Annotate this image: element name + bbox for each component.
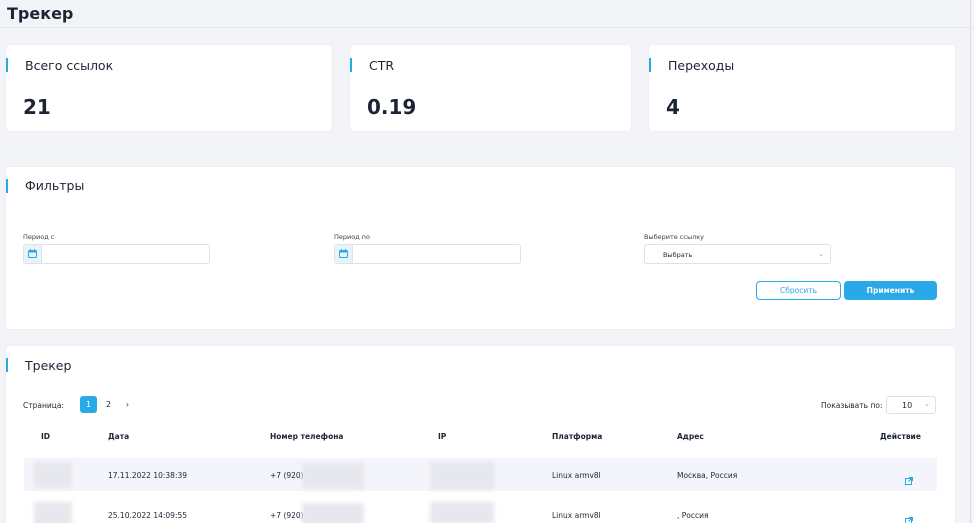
stat-label-ctr: CTR — [369, 58, 395, 73]
tracker-title: Трекер — [25, 358, 72, 373]
period-to-label: Период по — [334, 233, 371, 241]
external-link-icon[interactable] — [905, 470, 913, 489]
column-header-address: Адрес — [677, 432, 704, 441]
calendar-icon[interactable] — [24, 245, 42, 263]
apply-button[interactable]: Применить — [844, 281, 937, 300]
link-select-value: Выбрать — [663, 251, 693, 259]
row-address: , Россия — [677, 511, 709, 520]
stat-value-ctr: 0.19 — [367, 95, 417, 119]
ip-redacted — [430, 462, 494, 490]
row-phone: +7 (920) — [270, 471, 304, 480]
header-divider — [0, 27, 974, 28]
per-page-select[interactable]: 10 ⌄ — [886, 396, 936, 414]
chevron-down-icon: ⌄ — [818, 250, 824, 258]
ip-redacted — [430, 502, 494, 523]
stat-accent — [350, 58, 352, 72]
phone-redacted — [302, 503, 364, 523]
column-header-ip: IP — [438, 432, 447, 441]
chevron-down-icon: ⌄ — [924, 400, 930, 408]
stat-label-clicks: Переходы — [668, 58, 735, 73]
stat-accent — [6, 58, 8, 72]
stat-value-total-links: 21 — [23, 95, 51, 119]
stat-value-clicks: 4 — [666, 95, 680, 119]
column-header-phone: Номер телефона — [270, 432, 344, 441]
column-header-id: ID — [41, 432, 51, 441]
filters-title: Фильтры — [25, 178, 85, 193]
row-platform: Linux armv8l — [552, 511, 601, 520]
row-address: Москва, Россия — [677, 471, 738, 480]
stat-label-total-links: Всего ссылок — [25, 58, 114, 73]
scrollbar-track[interactable] — [970, 0, 971, 523]
phone-redacted — [302, 463, 364, 489]
tracker-accent — [6, 358, 8, 372]
period-to-input[interactable] — [334, 244, 521, 264]
row-platform: Linux armv8l — [552, 471, 601, 480]
column-header-date: Дата — [108, 432, 130, 441]
column-header-platform: Платформа — [552, 432, 603, 441]
period-from-input[interactable] — [23, 244, 210, 264]
external-link-icon[interactable] — [905, 510, 913, 523]
row-date: 17.11.2022 10:38:39 — [108, 471, 188, 480]
page-title: Трекер — [7, 4, 74, 23]
link-select[interactable]: Выбрать ⌄ — [644, 244, 831, 264]
per-page-value: 10 — [902, 401, 913, 410]
id-redacted — [34, 502, 72, 523]
filters-accent — [6, 179, 8, 193]
id-redacted — [34, 462, 72, 488]
page-button-1[interactable]: 1 — [80, 396, 97, 413]
calendar-icon[interactable] — [335, 245, 353, 263]
column-header-action: Действие — [880, 432, 921, 441]
page-button-2[interactable]: 2 — [100, 396, 117, 413]
stat-accent — [649, 58, 651, 72]
next-page-button[interactable]: › — [119, 396, 136, 413]
link-select-label: Выберите ссылку — [644, 233, 705, 241]
row-phone: +7 (920) — [270, 511, 304, 520]
pagination-label: Страница: — [23, 401, 64, 410]
per-page-label: Показывать по: — [821, 401, 883, 410]
row-date: 25.10.2022 14:09:55 — [108, 511, 188, 520]
reset-button[interactable]: Сбросить — [756, 281, 841, 300]
period-from-label: Период с — [23, 233, 55, 241]
